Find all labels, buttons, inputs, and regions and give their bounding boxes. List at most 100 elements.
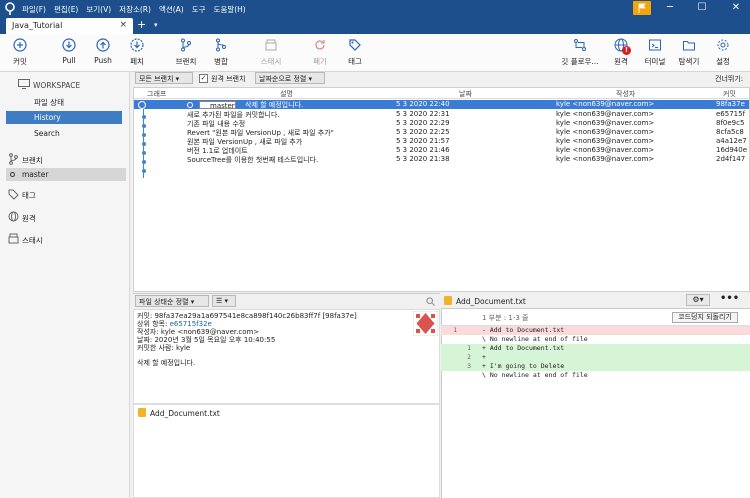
terminal-button[interactable]: 터미널 (637, 38, 673, 67)
branch-label: master (22, 170, 49, 179)
table-row[interactable]: 원본 파일 VersionUp , 새로 파일 추가 5 3 2020 21:5… (134, 137, 749, 146)
merge-button[interactable]: 병합 (203, 38, 239, 67)
graph-node (141, 169, 146, 173)
diff-line: 1 + Add to Document.txt (441, 344, 750, 353)
minimize-button[interactable]: ─ (662, 2, 678, 14)
commit-author: kyle <non639@naver.com> (556, 119, 655, 127)
monitor-icon (18, 79, 30, 89)
parent-line: 상위 항목: e65715f32e (137, 320, 212, 328)
sidebar-stashes-header[interactable]: 스태시 (22, 235, 43, 246)
hunk-header: 1 부분 : 1-3 줄 (482, 314, 529, 322)
pull-icon (62, 38, 76, 52)
remote-button[interactable]: 원격 (603, 38, 639, 67)
jump-to-label[interactable]: 건너뛰기: (715, 74, 743, 84)
commit-description: SourceTree를 이용한 첫번째 테스트입니다. (187, 156, 319, 164)
tag-section-icon (8, 189, 19, 200)
sidebar-item-history[interactable]: History (6, 111, 122, 124)
show-remote-checkbox[interactable]: ✓ (199, 74, 208, 83)
commit-description: 삭제 할 예정입니다. (245, 101, 304, 109)
stash-icon (265, 39, 277, 51)
flag-icon[interactable] (633, 1, 651, 15)
branch-button[interactable]: 브랜치 (168, 38, 204, 67)
table-row[interactable]: Revert "원본 파일 VersionUp , 새로 파일 추가" 5 3 … (134, 128, 749, 137)
branch-icon (181, 38, 191, 52)
sidebar-item-master[interactable]: master (6, 168, 126, 181)
commit-date: 5 3 2020 22:31 (396, 110, 450, 118)
new-tab-button[interactable]: + (137, 18, 146, 31)
table-row[interactable]: 새로 추가된 파일을 커밋합니다. 5 3 2020 22:31 kyle <n… (134, 110, 749, 119)
diff-settings-dropdown[interactable]: ⚙▾ (686, 294, 710, 306)
tab-dropdown-icon[interactable]: ▾ (154, 21, 158, 29)
settings-button[interactable]: 설정 (705, 38, 741, 67)
date-line: 날짜: 2020년 3월 5일 목요일 오후 10:40:55 (137, 336, 276, 344)
commit-date: 5 3 2020 21:38 (396, 155, 450, 163)
fetch-button[interactable]: 페치 (119, 38, 155, 67)
commit-author: kyle <non639@naver.com> (556, 128, 655, 136)
more-options-icon[interactable]: ••• (720, 293, 739, 304)
sidebar-tags-header[interactable]: 태그 (22, 190, 36, 201)
close-window-button[interactable]: ✕ (728, 2, 744, 14)
sidebar-branches-header[interactable]: 브랜치 (22, 155, 43, 166)
col-author[interactable]: 작성자 (616, 89, 635, 99)
sidebar-remotes-header[interactable]: 원격 (22, 213, 36, 224)
menu-edit[interactable]: 편집(E) (54, 4, 78, 15)
changed-files-list: Add_Document.txt (133, 404, 440, 498)
parent-link[interactable]: e65715f32e (170, 320, 212, 328)
commit-author: kyle <non639@naver.com> (556, 155, 655, 163)
commit-hash: 2d4f147 (716, 155, 746, 163)
view-mode-dropdown[interactable]: ☰ ▾ (212, 295, 236, 307)
all-branches-dropdown[interactable]: 모든 브랜치 ▾ (135, 72, 193, 84)
diff-pane (441, 293, 750, 498)
commit-button[interactable]: 커밋 (2, 38, 38, 67)
pull-button[interactable]: Pull (51, 38, 87, 65)
sidebar-item-file-status[interactable]: 파일 상태 (34, 97, 64, 108)
commit-hash: 8cfa5c8 (716, 128, 744, 136)
commit-date: 5 3 2020 21:46 (396, 146, 450, 154)
push-button[interactable]: Push (85, 38, 121, 65)
branch-section-icon (9, 153, 18, 165)
sidebar (0, 72, 130, 498)
diff-line: 1- Add to Document.txt (441, 326, 750, 335)
col-date[interactable]: 날짜 (459, 89, 472, 99)
discard-button[interactable]: 폐기 (302, 38, 338, 67)
list-item[interactable]: Add_Document.txt (138, 408, 220, 418)
table-row[interactable]: 기존 파일 내용 수정 5 3 2020 22:29 kyle <non639@… (134, 119, 749, 128)
col-description[interactable]: 설명 (280, 89, 293, 99)
sourcetree-logo-icon (5, 2, 15, 15)
tab-close-icon[interactable]: × (119, 20, 127, 30)
graph-node (141, 160, 146, 164)
tag-button[interactable]: 태그 (337, 38, 373, 67)
commit-author: kyle <non639@naver.com> (556, 100, 655, 108)
commit-hash: 16d940e (716, 146, 748, 154)
commit-date: 5 3 2020 22:40 (396, 100, 450, 108)
col-graph[interactable]: 그래프 (147, 89, 166, 99)
commit-history-table: 그래프 설명 날짜 작성자 커밋 삭제 할 예정입니다. 5 3 2020 22… (133, 87, 750, 292)
terminal-icon (649, 39, 661, 51)
gear-icon (717, 39, 729, 51)
git-flow-icon (574, 39, 586, 51)
menu-actions[interactable]: 액션(A) (159, 4, 184, 15)
search-icon[interactable] (426, 297, 435, 306)
revert-hunk-button[interactable]: 코드덩지 되돌리기 (672, 312, 738, 323)
graph-node (141, 115, 146, 119)
tab-repository[interactable]: Java_Tutorial × (6, 18, 133, 34)
date-order-dropdown[interactable]: 날짜순으로 정렬 ▾ (255, 72, 325, 84)
explorer-button[interactable]: 탐색기 (671, 38, 707, 67)
menu-file[interactable]: 파일(F) (22, 4, 46, 15)
git-flow-button[interactable]: 깃 플로우... (556, 38, 604, 67)
maximize-button[interactable]: ☐ (694, 2, 710, 14)
menu-help[interactable]: 도움말(H) (214, 4, 246, 15)
file-sort-dropdown[interactable]: 파일 상태순 정렬 ▾ (135, 295, 209, 307)
workspace-header: WORKSPACE (33, 81, 81, 90)
folder-icon (683, 41, 695, 51)
menu-tools[interactable]: 도구 (192, 4, 206, 15)
stash-button[interactable]: 스태시 (253, 38, 289, 67)
table-row[interactable]: SourceTree를 이용한 첫번째 테스트입니다. 5 3 2020 21:… (134, 155, 749, 164)
menu-view[interactable]: 보기(V) (86, 4, 111, 15)
menu-repository[interactable]: 저장소(R) (119, 4, 151, 15)
sidebar-item-search[interactable]: Search (34, 129, 60, 138)
graph-node (141, 124, 146, 128)
table-row[interactable]: 버전 1.1로 업데이트 5 3 2020 21:46 kyle <non639… (134, 146, 749, 155)
col-commit[interactable]: 커밋 (723, 89, 736, 99)
graph-node (141, 133, 146, 137)
